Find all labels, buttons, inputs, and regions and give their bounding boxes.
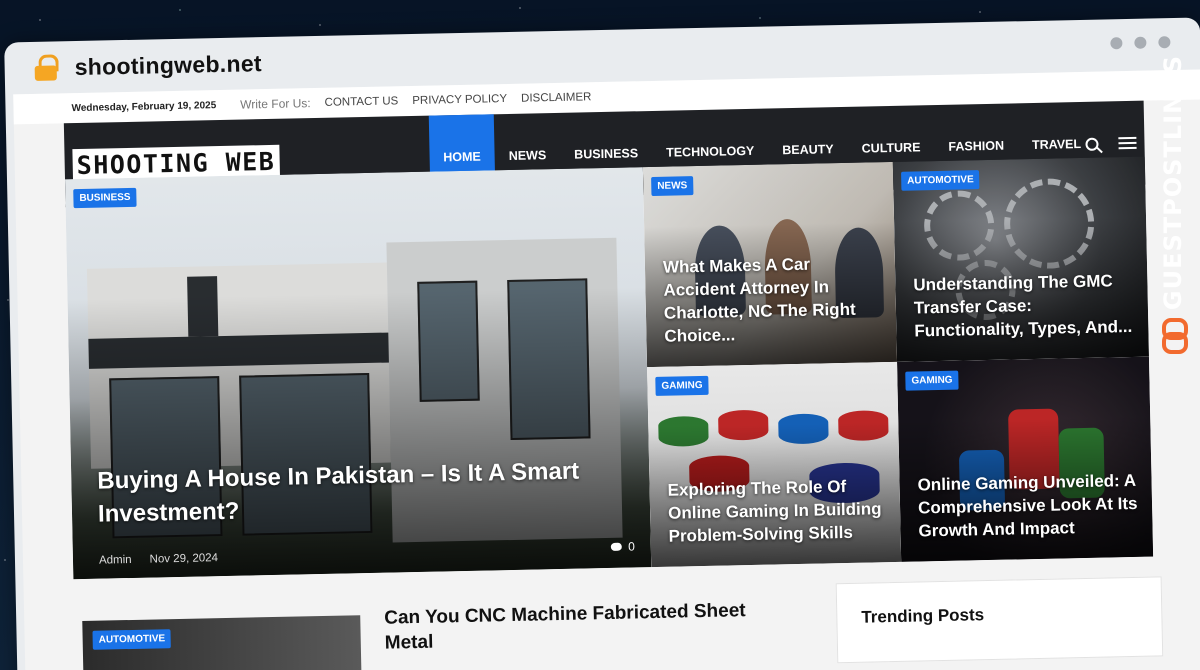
url-text[interactable]: shootingweb.net bbox=[74, 50, 262, 81]
window-dot-icon[interactable] bbox=[1158, 36, 1171, 49]
category-badge[interactable]: GAMING bbox=[905, 370, 959, 391]
window-controls bbox=[1110, 36, 1171, 50]
featured-card[interactable]: NEWS What Makes A Car Accident Attorney … bbox=[642, 161, 898, 368]
category-badge[interactable]: BUSINESS bbox=[73, 187, 137, 209]
featured-grid: BUSINESS Buying A House In Pakistan – Is… bbox=[65, 156, 1154, 580]
search-icon[interactable] bbox=[1085, 137, 1099, 151]
featured-main-title[interactable]: Buying A House In Pakistan – Is It A Sma… bbox=[97, 455, 636, 531]
featured-card[interactable]: GAMING Exploring The Role Of Online Gami… bbox=[647, 361, 902, 568]
window-dot-icon[interactable] bbox=[1134, 36, 1147, 49]
watermark-text: GUESTPOSTLINKS bbox=[1159, 55, 1187, 311]
hamburger-menu-icon[interactable] bbox=[1118, 136, 1137, 150]
guestpostlinks-watermark: GUESTPOSTLINKS bbox=[1156, 55, 1190, 355]
lock-icon bbox=[34, 54, 57, 80]
contact-us-link[interactable]: CONTACT US bbox=[324, 95, 398, 109]
comments-count[interactable]: 0 bbox=[611, 539, 635, 554]
post-meta: Admin Nov 29, 2024 bbox=[99, 552, 218, 566]
featured-card-title[interactable]: Understanding The GMC Transfer Case: Fun… bbox=[913, 270, 1134, 343]
post-title[interactable]: Can You CNC Machine Fabricated Sheet Met… bbox=[384, 598, 795, 656]
featured-card-title[interactable]: Online Gaming Unveiled: A Comprehensive … bbox=[917, 470, 1138, 543]
write-for-us-label: Write For Us: bbox=[240, 96, 311, 112]
featured-main-card[interactable]: BUSINESS Buying A House In Pakistan – Is… bbox=[65, 167, 652, 580]
trending-title: Trending Posts bbox=[861, 605, 985, 627]
category-badge[interactable]: NEWS bbox=[651, 176, 694, 197]
post-author[interactable]: Admin bbox=[99, 554, 132, 567]
current-date: Wednesday, February 19, 2025 bbox=[71, 99, 217, 114]
link-icon bbox=[1160, 318, 1188, 355]
post-date: Nov 29, 2024 bbox=[149, 552, 219, 566]
disclaimer-link[interactable]: DISCLAIMER bbox=[521, 91, 592, 104]
post-thumbnail[interactable]: AUTOMOTIVE bbox=[82, 615, 362, 670]
featured-card[interactable]: AUTOMOTIVE Understanding The GMC Transfe… bbox=[892, 156, 1149, 362]
category-badge[interactable]: AUTOMOTIVE bbox=[92, 629, 172, 650]
privacy-policy-link[interactable]: PRIVACY POLICY bbox=[412, 93, 507, 107]
featured-card-title[interactable]: What Makes A Car Accident Attorney In Ch… bbox=[663, 252, 883, 348]
comment-icon bbox=[611, 542, 623, 551]
comments-value: 0 bbox=[627, 539, 635, 554]
window-dot-icon[interactable] bbox=[1110, 37, 1123, 50]
browser-window: shootingweb.net Wednesday, February 19, … bbox=[4, 17, 1200, 670]
category-badge[interactable]: GAMING bbox=[655, 375, 709, 396]
trending-widget: Trending Posts bbox=[835, 576, 1164, 664]
featured-card[interactable]: GAMING Online Gaming Unveiled: A Compreh… bbox=[897, 356, 1154, 562]
featured-card-title[interactable]: Exploring The Role Of Online Gaming In B… bbox=[667, 475, 886, 548]
category-badge[interactable]: AUTOMOTIVE bbox=[901, 170, 980, 191]
